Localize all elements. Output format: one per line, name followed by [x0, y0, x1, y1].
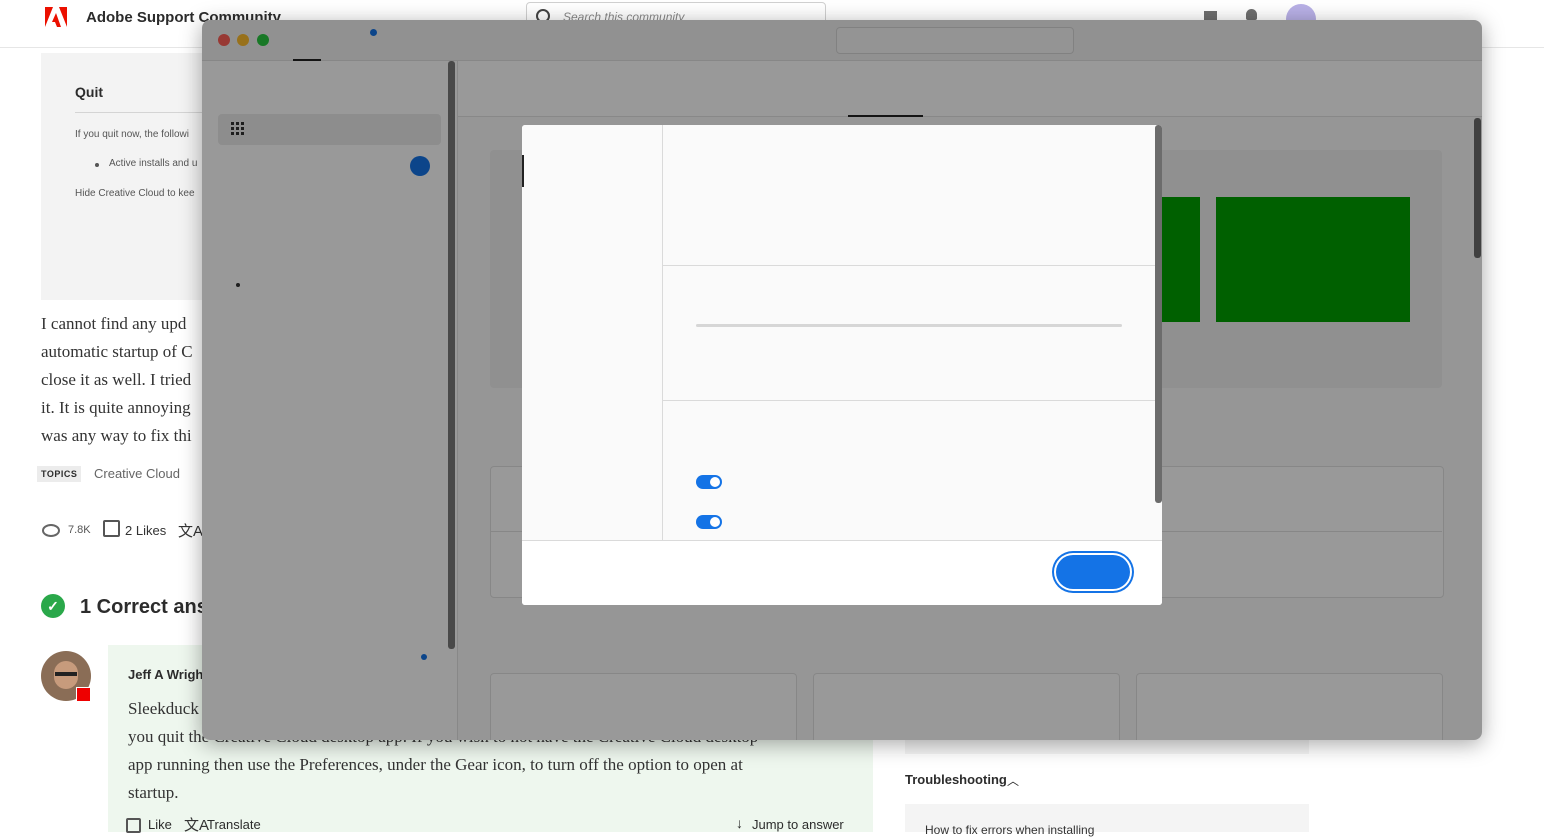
preferences-nav: [522, 125, 663, 540]
adobe-employee-badge-icon: [76, 687, 91, 702]
view-count: 7.8K: [68, 524, 91, 536]
troubleshooting-heading[interactable]: Troubleshooting: [905, 772, 1007, 787]
topics-tag: TOPICS: [37, 466, 82, 482]
arrow-down-icon[interactable]: ↓: [736, 815, 743, 831]
eye-icon: [42, 524, 60, 537]
post-line: it. It is quite annoying: [41, 398, 191, 417]
translate-button[interactable]: Translate: [207, 817, 261, 832]
preferences-section: [663, 125, 1155, 266]
preferences-section: [663, 266, 1155, 401]
likes-count[interactable]: 2 Likes: [125, 523, 166, 538]
post-line: automatic startup of C: [41, 342, 193, 361]
answer-author[interactable]: Jeff A Wright: [128, 667, 208, 682]
divider: [75, 112, 215, 113]
jump-to-answer-link[interactable]: Jump to answer: [752, 817, 844, 832]
adobe-logo[interactable]: [45, 7, 67, 27]
bell-icon[interactable]: [1246, 9, 1257, 20]
topic-link[interactable]: Creative Cloud: [94, 466, 180, 481]
creative-cloud-window: [202, 20, 1482, 740]
answer-line: startup.: [128, 783, 179, 802]
sidebar-card: [905, 738, 1309, 754]
selected-nav-indicator: [522, 155, 524, 187]
preference-toggle[interactable]: [696, 515, 722, 529]
quit-title: Quit: [75, 84, 103, 100]
post-line: I cannot find any upd: [41, 314, 187, 333]
troubleshooting-link[interactable]: How to fix errors when installing: [925, 823, 1094, 837]
post-body: I cannot find any upd automatic startup …: [41, 310, 193, 450]
post-line: was any way to fix thi: [41, 426, 192, 445]
preferences-dialog: [522, 125, 1162, 605]
bullet: [95, 163, 99, 167]
mail-icon[interactable]: [1204, 11, 1217, 20]
answer-line: app running then use the Preferences, un…: [128, 755, 743, 774]
launch-at-login-toggle[interactable]: [696, 475, 722, 489]
modal-scrollbar[interactable]: [1155, 125, 1162, 503]
modal-footer: [522, 540, 1162, 605]
thumbs-up-icon[interactable]: [126, 818, 141, 833]
thumbs-up-icon[interactable]: [103, 520, 120, 537]
quit-text: If you quit now, the followi: [75, 129, 189, 140]
quit-dialog-screenshot: [41, 53, 221, 300]
quit-text: Hide Creative Cloud to kee: [75, 188, 195, 199]
quit-bullet-text: Active installs and u: [109, 158, 198, 169]
progress-bar: [696, 324, 1122, 327]
preferences-section: [663, 401, 1155, 540]
chevron-up-icon[interactable]: ︿: [1007, 772, 1019, 789]
post-line: close it as well. I tried: [41, 370, 192, 389]
avatar-glasses: [55, 672, 77, 676]
check-icon: ✓: [41, 594, 65, 618]
done-button[interactable]: [1056, 555, 1130, 589]
like-button[interactable]: Like: [148, 817, 172, 832]
